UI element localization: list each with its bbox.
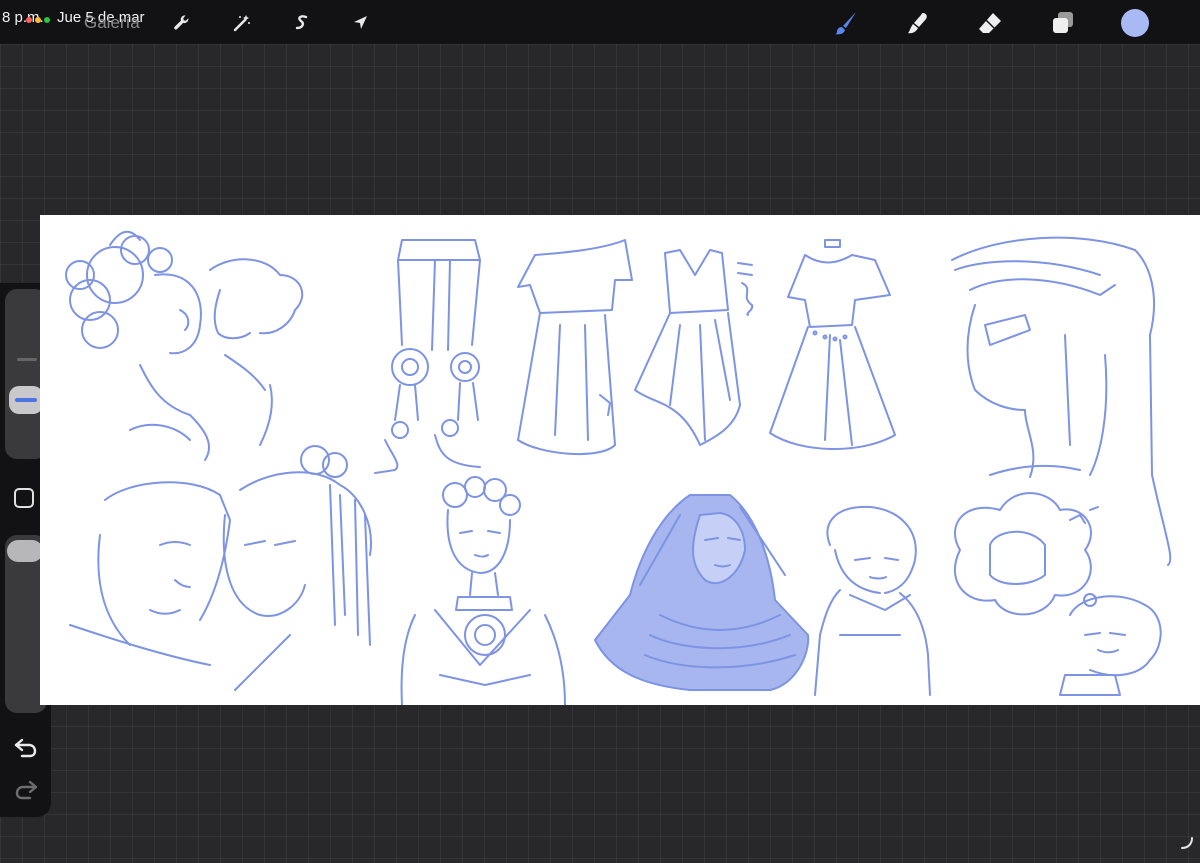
smudge-icon[interactable] — [903, 8, 933, 38]
two-faces-cheek-to-cheek — [69, 445, 372, 691]
modify-button[interactable] — [14, 488, 34, 508]
window-controls[interactable] — [26, 17, 50, 23]
wrench-icon[interactable] — [167, 8, 197, 38]
zoom-dot[interactable] — [44, 17, 50, 23]
curly-hair-figure-with-jewelry — [400, 476, 566, 705]
draped-dress-1 — [517, 239, 633, 455]
draped-dress-2 — [634, 249, 754, 446]
selection-icon[interactable] — [287, 8, 317, 38]
eraser-icon[interactable] — [975, 8, 1005, 38]
minimize-dot[interactable] — [35, 17, 41, 23]
brush-size-handle[interactable] — [9, 386, 43, 414]
sketch-layer — [65, 230, 1172, 705]
gallery-button[interactable]: Galería — [84, 13, 140, 33]
top-toolbar: 8 p.m. Jue 5 de mar Galería — [0, 0, 1200, 44]
undo-icon[interactable] — [13, 736, 39, 763]
slider-tick — [17, 358, 37, 361]
close-dot[interactable] — [26, 17, 32, 23]
couple-kissing-curly-hair — [65, 230, 304, 461]
opacity-handle[interactable] — [7, 540, 43, 562]
transform-arrow-icon[interactable] — [346, 8, 376, 38]
layers-icon[interactable] — [1048, 8, 1078, 38]
veiled-woman-filled — [594, 494, 810, 691]
thought-bubble-chibi — [954, 492, 1162, 696]
redo-icon[interactable] — [13, 778, 39, 805]
magic-wand-icon[interactable] — [227, 8, 257, 38]
armored-legs-sandals — [374, 239, 481, 474]
spartan-helmet-profile — [951, 236, 1172, 566]
color-picker-button[interactable] — [1121, 9, 1149, 37]
brush-icon[interactable] — [831, 8, 861, 38]
resize-corner-icon — [1180, 836, 1194, 855]
short-hair-hooded-figure — [814, 505, 931, 696]
gown-with-belt — [769, 239, 896, 450]
procreate-app: 8 p.m. Jue 5 de mar Galería — [0, 0, 1200, 863]
drawing-canvas[interactable] — [40, 215, 1200, 705]
